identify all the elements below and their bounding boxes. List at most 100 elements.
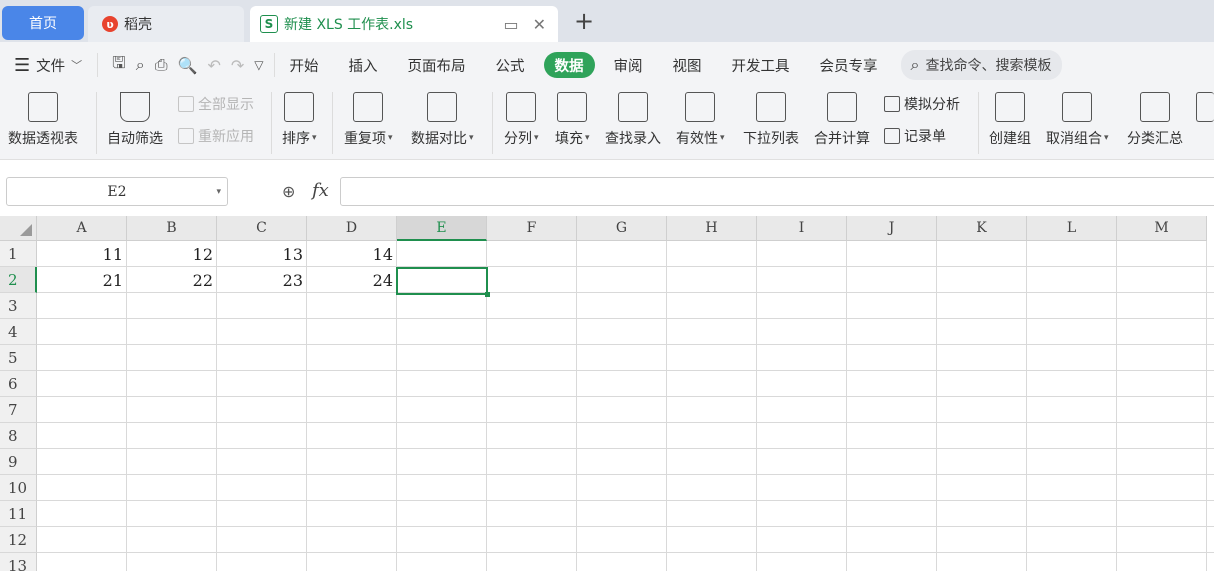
cell-b2[interactable]: 22: [127, 267, 217, 293]
create-group-icon: [995, 92, 1025, 122]
row-header-8[interactable]: 8: [0, 423, 37, 449]
filter-clear-icon: [178, 96, 194, 112]
menu-review[interactable]: 审阅: [599, 52, 658, 78]
sort-label: 排序: [282, 131, 310, 147]
sort-button[interactable]: 排序 ▾: [282, 92, 317, 148]
row-header-7[interactable]: 7: [0, 397, 37, 423]
autofilter-button[interactable]: 自动筛选: [107, 92, 163, 148]
fill-label: 填充: [555, 131, 583, 147]
column-header-m[interactable]: M: [1117, 216, 1207, 241]
format-painter-icon[interactable]: ⌕: [136, 55, 145, 75]
menu-formula[interactable]: 公式: [481, 52, 540, 78]
fill-down-icon: [557, 92, 588, 122]
consolidate-button[interactable]: 合并计算: [814, 92, 870, 148]
row-header-6[interactable]: 6: [0, 371, 37, 397]
formula-input[interactable]: [340, 177, 1214, 206]
zoom-formula-icon[interactable]: ⊕: [282, 182, 295, 201]
save-icon[interactable]: 🖫: [112, 52, 126, 79]
tab-document[interactable]: S 新建 XLS 工作表.xls ▭ ✕: [250, 6, 558, 42]
caret-down-icon: ▾: [585, 133, 590, 143]
show-all-label: 全部显示: [198, 97, 254, 113]
select-all-corner[interactable]: [0, 216, 37, 241]
row-header-4[interactable]: 4: [0, 319, 37, 345]
cell-c1[interactable]: 13: [217, 241, 307, 267]
print-preview-icon[interactable]: 🔍: [178, 56, 198, 75]
split-column-label: 分列: [504, 131, 532, 147]
row-header-10[interactable]: 10: [0, 475, 37, 501]
tab-document-label: 新建 XLS 工作表.xls: [284, 17, 414, 33]
record-form-button[interactable]: 记录单: [884, 126, 946, 146]
search-placeholder: 查找命令、搜索模板: [925, 58, 1052, 74]
pivot-table-button[interactable]: 数据透视表: [8, 92, 78, 148]
pin-window-icon[interactable]: ▭: [503, 15, 518, 34]
show-all-button[interactable]: 全部显示: [178, 94, 254, 114]
name-box-value: E2: [107, 183, 127, 200]
column-header-j[interactable]: J: [847, 216, 937, 241]
validity-button[interactable]: 有效性 ▾: [676, 92, 725, 148]
column-header-g[interactable]: G: [577, 216, 667, 241]
divider: [978, 92, 979, 154]
column-header-d[interactable]: D: [307, 216, 397, 241]
column-header-c[interactable]: C: [217, 216, 307, 241]
customize-dropdown-icon[interactable]: ▽: [254, 58, 263, 72]
cell-b1[interactable]: 12: [127, 241, 217, 267]
menu-view[interactable]: 视图: [658, 52, 717, 78]
lookup-entry-button[interactable]: 查找录入: [605, 92, 661, 148]
column-header-f[interactable]: F: [487, 216, 577, 241]
fill-button[interactable]: 填充 ▾: [555, 92, 590, 148]
close-tab-icon[interactable]: ✕: [533, 15, 546, 34]
column-header-h[interactable]: H: [667, 216, 757, 241]
data-compare-button[interactable]: 数据对比 ▾: [411, 92, 474, 148]
cell-d2[interactable]: 24: [307, 267, 397, 293]
column-header-b[interactable]: B: [127, 216, 217, 241]
cell-a2[interactable]: 21: [37, 267, 127, 293]
menu-data[interactable]: 数据: [543, 52, 595, 78]
row-header-1[interactable]: 1: [0, 241, 37, 267]
name-box[interactable]: E2 ▾: [6, 177, 228, 206]
tab-home[interactable]: 首页: [2, 6, 84, 40]
active-cell-e2[interactable]: [396, 267, 490, 297]
cell-a1[interactable]: 11: [37, 241, 127, 267]
new-tab-button[interactable]: +: [574, 9, 594, 33]
tab-daoke[interactable]: ʋ 稻壳: [88, 6, 244, 42]
row-header-2[interactable]: 2: [0, 267, 37, 293]
column-header-e[interactable]: E: [397, 216, 487, 241]
formula-bar: E2 ▾ ⊕ fx: [0, 172, 1214, 212]
menu-start[interactable]: 开始: [275, 52, 334, 78]
insert-function-icon[interactable]: fx: [312, 180, 329, 201]
column-header-i[interactable]: I: [757, 216, 847, 241]
row-header-11[interactable]: 11: [0, 501, 37, 527]
print-icon[interactable]: ⎙: [155, 55, 168, 75]
menu-developer[interactable]: 开发工具: [717, 52, 805, 78]
column-header-a[interactable]: A: [37, 216, 127, 241]
menu-page-layout[interactable]: 页面布局: [393, 52, 481, 78]
reapply-button[interactable]: 重新应用: [178, 126, 254, 146]
column-header-l[interactable]: L: [1027, 216, 1117, 241]
row-header-5[interactable]: 5: [0, 345, 37, 371]
menu-insert[interactable]: 插入: [334, 52, 393, 78]
dropdown-list-button[interactable]: 下拉列表: [743, 92, 799, 148]
divider: [96, 92, 97, 154]
data-compare-icon: [427, 92, 458, 122]
cell-c2[interactable]: 23: [217, 267, 307, 293]
split-column-button[interactable]: 分列 ▾: [504, 92, 539, 148]
ungroup-button[interactable]: 取消组合 ▾: [1046, 92, 1109, 148]
duplicates-label: 重复项: [344, 131, 386, 147]
redo-icon[interactable]: ↷: [231, 56, 244, 75]
undo-icon[interactable]: ↶: [207, 56, 220, 75]
row-header-12[interactable]: 12: [0, 527, 37, 553]
row-header-13[interactable]: 13: [0, 553, 37, 571]
chevron-down-icon[interactable]: ▾: [216, 187, 221, 197]
cell-d1[interactable]: 14: [307, 241, 397, 267]
row-header-9[interactable]: 9: [0, 449, 37, 475]
subtotal-button[interactable]: 分类汇总: [1127, 92, 1183, 148]
duplicates-button[interactable]: 重复项 ▾: [344, 92, 393, 148]
column-header-k[interactable]: K: [937, 216, 1027, 241]
more-ribbon-button[interactable]: [1196, 92, 1214, 128]
menu-member[interactable]: 会员专享: [805, 52, 893, 78]
create-group-button[interactable]: 创建组: [989, 92, 1031, 148]
row-header-3[interactable]: 3: [0, 293, 37, 319]
file-menu[interactable]: ☰ 文件 ﹀: [0, 52, 97, 78]
whatif-analysis-button[interactable]: 模拟分析: [884, 94, 960, 114]
command-search[interactable]: ⌕ 查找命令、搜索模板: [900, 50, 1062, 80]
